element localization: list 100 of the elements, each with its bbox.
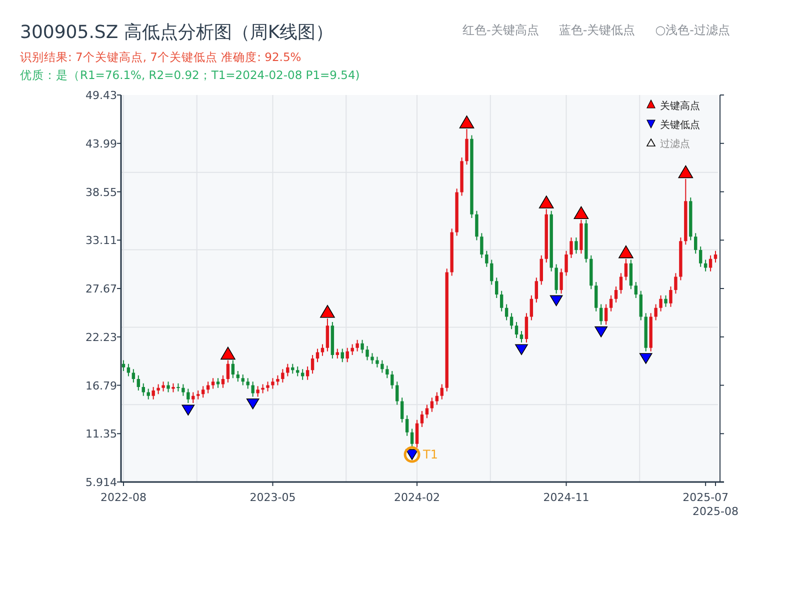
candlestick <box>192 392 195 403</box>
candlestick <box>366 346 369 360</box>
candlestick <box>346 348 349 362</box>
candlestick <box>475 210 478 240</box>
candlestick <box>664 295 668 307</box>
candlestick <box>669 286 672 307</box>
candlestick <box>266 382 270 392</box>
low-point-marker <box>550 295 564 306</box>
candlestick <box>166 382 170 392</box>
axis-label: 16.79 <box>86 379 117 392</box>
candlestick <box>564 250 568 276</box>
candlestick <box>550 210 553 272</box>
candlestick <box>156 384 160 394</box>
chart-title: 300905.SZ 高低点分析图（周K线图） <box>20 21 334 44</box>
candlestick <box>276 375 280 386</box>
candlestick <box>186 388 190 403</box>
candlestick <box>380 360 384 373</box>
candlestick <box>386 366 389 378</box>
candlestick <box>350 344 354 355</box>
candlestick <box>376 356 379 368</box>
candlestick <box>291 364 294 374</box>
candlestick <box>455 188 458 236</box>
candlestick <box>659 295 662 312</box>
low-point-marker <box>246 398 260 410</box>
candlestick <box>356 340 359 352</box>
down-triangle-icon <box>646 120 656 129</box>
high-point-marker <box>678 164 694 178</box>
candlestick <box>256 386 260 397</box>
candlestick <box>146 388 150 400</box>
candlestick <box>450 228 454 276</box>
candlestick <box>465 129 468 165</box>
candlestick <box>281 369 284 383</box>
axis-label: 2025-07 <box>682 491 729 504</box>
candlestick <box>574 238 578 254</box>
high-point-marker <box>574 206 589 220</box>
hollow-triangle-icon <box>646 138 656 146</box>
candlestick <box>490 260 494 285</box>
candlestick <box>554 264 558 294</box>
candlestick <box>142 383 145 396</box>
color-hint: 蓝色-关键低点 <box>558 22 636 39</box>
candlestick <box>460 158 464 196</box>
low-point-marker <box>514 344 528 356</box>
candlestick <box>152 386 155 400</box>
candlestick <box>480 233 484 258</box>
result-text: 识别结果: 7个关键高点, 7个关键低点 准确度: 92.5% <box>19 49 302 65</box>
candlestick <box>176 383 180 392</box>
candlestick <box>246 378 250 389</box>
axis-label: 27.67 <box>86 282 117 296</box>
axis-label: 2024-11 <box>543 491 590 504</box>
candlestick <box>286 364 290 376</box>
up-triangle-icon <box>646 99 656 108</box>
high-point-marker <box>320 304 336 318</box>
candlestick <box>162 382 165 392</box>
candlestick <box>370 353 374 364</box>
point-label: T1 <box>423 448 438 462</box>
candlestick <box>360 340 364 354</box>
axis-label: 5.914 <box>86 476 117 489</box>
low-point-marker <box>594 326 608 338</box>
candlestick <box>560 268 563 294</box>
axis-label: 2025-08 <box>692 505 738 517</box>
axis-label: 2024-02 <box>394 491 440 504</box>
candlestick <box>674 273 678 294</box>
axis-label: 2022-08 <box>100 491 146 504</box>
candlestick <box>654 304 658 320</box>
legend-label: 关键低点 <box>660 120 700 131</box>
color-hint: 红色-关键高点 <box>462 22 539 39</box>
axis-label: 33.11 <box>86 234 117 248</box>
candlestick <box>570 238 573 258</box>
axis-label: 11.35 <box>86 428 117 441</box>
candlestick <box>172 383 175 392</box>
candlestick <box>679 238 682 280</box>
candlestick <box>540 255 543 285</box>
candlestick <box>251 382 254 397</box>
axis-label: 2023-05 <box>250 491 296 504</box>
candlestick <box>584 220 588 262</box>
candlestick <box>694 233 698 254</box>
high-point-marker <box>538 195 554 208</box>
candlestick <box>590 255 593 290</box>
candlestick <box>689 198 692 240</box>
candlestick <box>485 250 488 267</box>
legend-label: 过滤点 <box>660 139 690 150</box>
quality-text: 优质：是（R1=76.1%, R2=0.92；T1=2024-02-08 P1=9.54) <box>19 67 361 83</box>
candlestick <box>544 209 548 262</box>
color-hint: ○浅色-过滤点 <box>655 22 730 39</box>
candlestick <box>261 384 264 394</box>
candlestick <box>649 313 652 352</box>
high-point-marker <box>618 245 634 258</box>
low-point-marker <box>405 449 419 460</box>
high-point-marker <box>459 115 474 128</box>
high-point-marker <box>220 346 236 360</box>
low-point-marker <box>181 404 195 416</box>
candlestick <box>644 313 648 352</box>
candlestick <box>594 282 598 312</box>
legend-label: 关键高点 <box>660 101 700 112</box>
candlestick <box>580 220 583 254</box>
low-point-marker <box>639 353 653 364</box>
candlestick <box>196 390 200 400</box>
candlestick <box>684 178 688 245</box>
candlestick <box>390 370 394 389</box>
axis-label: 43.99 <box>86 137 117 150</box>
